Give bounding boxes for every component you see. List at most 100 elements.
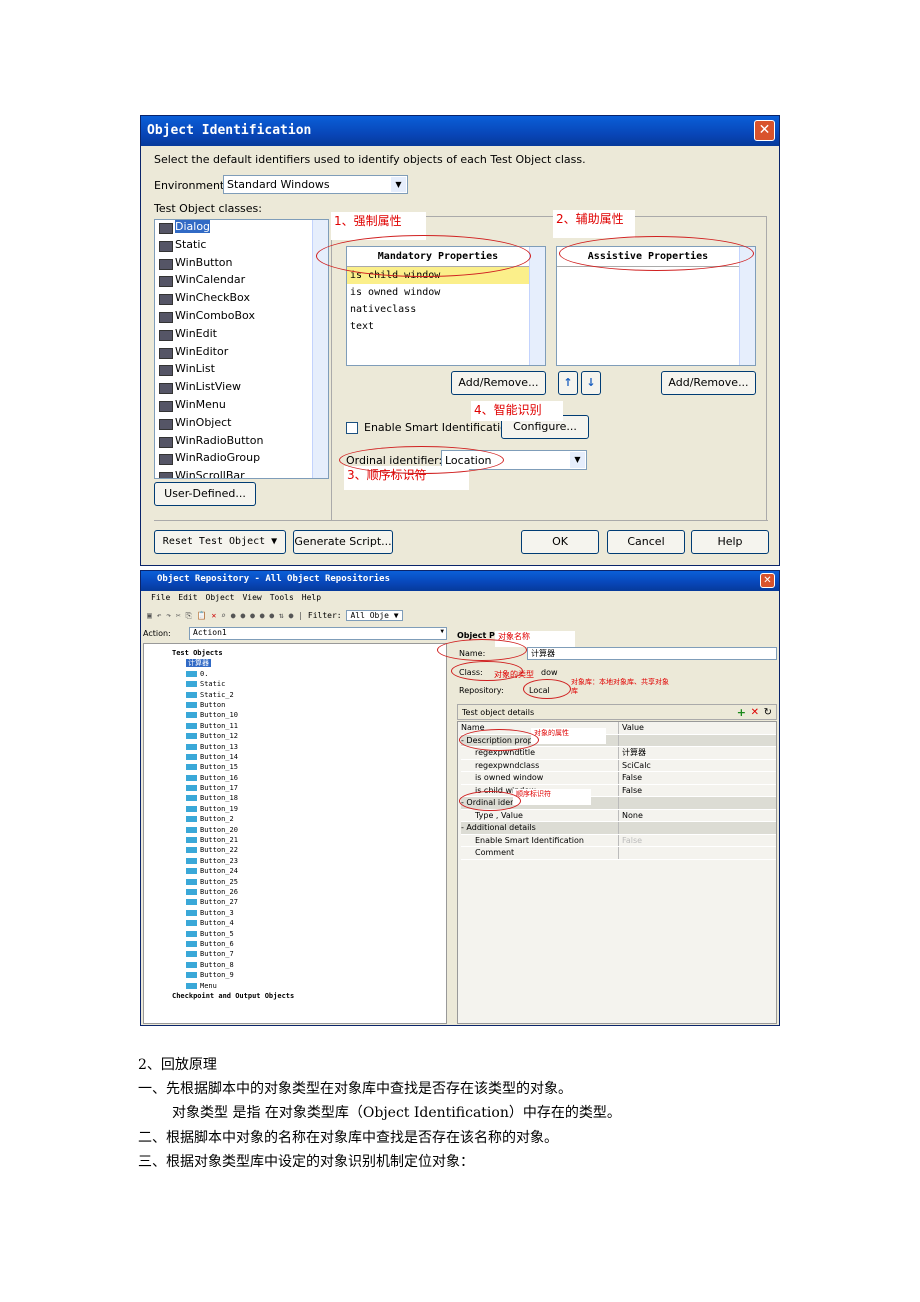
tree-item[interactable]: Button_3 — [144, 908, 446, 918]
tree-item[interactable]: Button_2 — [144, 814, 446, 824]
class-item[interactable]: Static — [155, 238, 328, 256]
object-icon — [186, 681, 197, 688]
close-button[interactable]: ✕ — [754, 120, 775, 141]
close-button[interactable]: ✕ — [760, 573, 775, 588]
name-field[interactable]: 计算器 — [527, 647, 777, 660]
tree-item[interactable]: Static — [144, 679, 446, 689]
grid-row[interactable]: Enable Smart Identification False — [461, 834, 776, 847]
tree-item[interactable]: Button_23 — [144, 856, 446, 866]
add-remove-assistive-button[interactable]: Add/Remove... — [661, 371, 756, 395]
class-item[interactable]: WinEditor — [155, 345, 328, 363]
menu-object[interactable]: Object — [206, 593, 235, 602]
tree-item[interactable]: Button_10 — [144, 710, 446, 720]
environment-label: Environment: — [154, 179, 228, 192]
user-defined-button[interactable]: User-Defined... — [154, 482, 256, 506]
class-item[interactable]: WinComboBox — [155, 309, 328, 327]
tree-item[interactable]: Button_24 — [144, 866, 446, 876]
arrow-down-icon[interactable]: ↓ — [581, 371, 601, 395]
class-item[interactable]: WinList — [155, 362, 328, 380]
classes-list[interactable]: Dialog Static WinButton WinCalendar WinCheck… — [154, 219, 329, 479]
class-item[interactable]: WinCheckBox — [155, 291, 328, 309]
property-name: Enable Smart Identification — [461, 834, 619, 846]
mandatory-item[interactable]: is owned window — [347, 284, 529, 301]
grid-row[interactable]: is owned window False — [461, 772, 776, 785]
class-item[interactable]: WinRadioButton — [155, 434, 328, 452]
details-grid[interactable]: Name Value - Description properti regexpwn… — [457, 721, 777, 1024]
object-tree[interactable]: Test Objects 计算器 0. Static Static_2 Button B… — [143, 643, 447, 1024]
tree-item[interactable]: 0. — [144, 669, 446, 679]
tree-item[interactable]: Menu — [144, 981, 446, 991]
class-item[interactable]: WinRadioGroup — [155, 451, 328, 469]
tree-item[interactable]: Button_17 — [144, 783, 446, 793]
class-item[interactable]: WinButton — [155, 256, 328, 274]
menu-view[interactable]: View — [242, 593, 261, 602]
tree-item[interactable]: Static_2 — [144, 690, 446, 700]
chevron-down-icon[interactable]: ▼ — [391, 177, 406, 192]
generate-script-button[interactable]: Generate Script... — [293, 530, 393, 554]
tree-item[interactable]: Button_13 — [144, 742, 446, 752]
tree-item[interactable]: Button_9 — [144, 970, 446, 980]
grid-row[interactable]: Comment — [461, 847, 776, 860]
tree-item[interactable]: Button_6 — [144, 939, 446, 949]
tree-item[interactable]: Button_16 — [144, 773, 446, 783]
tree-item[interactable]: Button_18 — [144, 793, 446, 803]
tree-item[interactable]: Button_14 — [144, 752, 446, 762]
environment-select[interactable]: Standard Windows ▼ — [223, 175, 408, 194]
toolbar-icons[interactable]: ▣ ↶ ↷ ✂ ⎘ 📋 ✕ ⌕ ● ● ● ● ● ⇅ ● | — [147, 611, 303, 620]
class-item[interactable]: WinObject — [155, 416, 328, 434]
tree-item[interactable]: Button_21 — [144, 835, 446, 845]
class-item[interactable]: WinListView — [155, 380, 328, 398]
tree-item[interactable]: Button_8 — [144, 960, 446, 970]
arrow-up-icon[interactable]: ↑ — [558, 371, 578, 395]
add-remove-button[interactable]: Add/Remove... — [451, 371, 546, 395]
tree-item[interactable]: Button_11 — [144, 721, 446, 731]
chevron-down-icon[interactable]: ▼ — [440, 628, 444, 635]
reset-test-object-button[interactable]: Reset Test Object ▼ — [154, 530, 286, 554]
class-item[interactable]: WinCalendar — [155, 273, 328, 291]
mandatory-item[interactable]: nativeclass — [347, 301, 529, 318]
cancel-button[interactable]: Cancel — [607, 530, 685, 554]
tree-window[interactable]: 计算器 — [144, 658, 446, 668]
tree-checkpoint[interactable]: Checkpoint and Output Objects — [144, 991, 446, 1001]
menu-file[interactable]: File — [151, 593, 170, 602]
tree-item[interactable]: Button_15 — [144, 762, 446, 772]
wineditor-icon — [159, 347, 173, 359]
property-value: False — [622, 785, 643, 795]
chevron-down-icon[interactable]: ▼ — [570, 452, 585, 468]
grid-row[interactable]: - Additional details — [461, 822, 776, 835]
delete-icon[interactable]: ✕ — [751, 705, 759, 721]
smart-id-checkbox[interactable] — [346, 422, 358, 434]
action-select[interactable]: Action1 ▼ — [189, 627, 447, 640]
class-item[interactable]: Dialog — [155, 220, 328, 238]
tree-item[interactable]: Button_19 — [144, 804, 446, 814]
mandatory-item[interactable]: text — [347, 318, 529, 335]
menu-tools[interactable]: Tools — [270, 593, 294, 602]
filter-select[interactable]: All Obje ▼ — [346, 610, 403, 621]
object-icon — [186, 847, 197, 854]
refresh-icon[interactable]: ↻ — [764, 705, 772, 721]
grid-row[interactable]: regexpwndclass SciCalc — [461, 759, 776, 772]
action-label: Action: — [143, 629, 171, 638]
tree-item[interactable]: Button_27 — [144, 897, 446, 907]
tree-item[interactable]: Button_26 — [144, 887, 446, 897]
class-item[interactable]: WinMenu — [155, 398, 328, 416]
tree-item[interactable]: Button_20 — [144, 825, 446, 835]
menu-help[interactable]: Help — [302, 593, 321, 602]
class-item[interactable]: WinEdit — [155, 327, 328, 345]
tree-root[interactable]: Test Objects — [144, 648, 446, 658]
help-button[interactable]: Help — [691, 530, 769, 554]
tree-item[interactable]: Button — [144, 700, 446, 710]
tree-item[interactable]: Button_7 — [144, 949, 446, 959]
tree-item[interactable]: Button_25 — [144, 877, 446, 887]
tree-item[interactable]: Button_5 — [144, 929, 446, 939]
tree-item[interactable]: Button_4 — [144, 918, 446, 928]
scrollbar[interactable] — [529, 247, 545, 365]
ok-button[interactable]: OK — [521, 530, 599, 554]
scrollbar[interactable] — [739, 247, 755, 365]
class-item[interactable]: WinScrollBar — [155, 469, 328, 478]
tree-item[interactable]: Button_12 — [144, 731, 446, 741]
tree-item[interactable]: Button_22 — [144, 845, 446, 855]
grid-row[interactable]: Type , Value None — [461, 809, 776, 822]
add-icon[interactable]: + — [737, 705, 746, 721]
menu-edit[interactable]: Edit — [178, 593, 197, 602]
